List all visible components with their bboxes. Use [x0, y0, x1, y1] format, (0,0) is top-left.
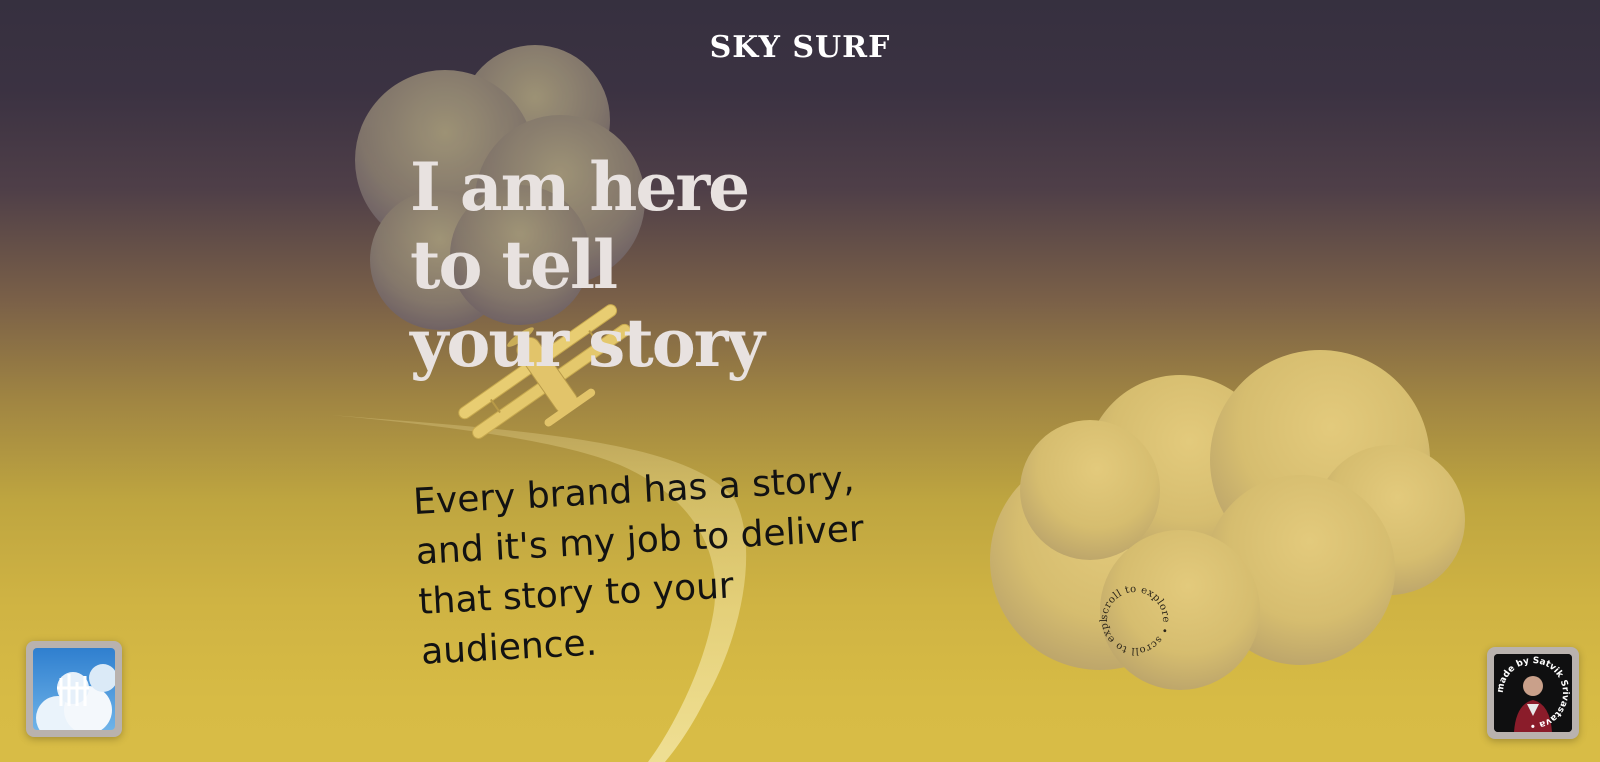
cloud-right — [990, 350, 1465, 690]
author-credit-button[interactable]: made by Satvik Srivastava • — [1487, 647, 1579, 739]
headline-line: to tell — [410, 226, 618, 304]
author-avatar: made by Satvik Srivastava • — [1494, 654, 1572, 732]
site-title[interactable]: SKY SURF — [0, 30, 1600, 65]
hero-headline: I am here to tell your story — [410, 148, 830, 382]
sky-logo-button[interactable] — [26, 641, 122, 737]
hero-tagline: Every brand has a story, and it's my job… — [412, 452, 912, 677]
headline-line: your story — [410, 304, 765, 382]
headline-line: I am here — [410, 148, 750, 226]
sky-logo-icon — [33, 648, 115, 730]
